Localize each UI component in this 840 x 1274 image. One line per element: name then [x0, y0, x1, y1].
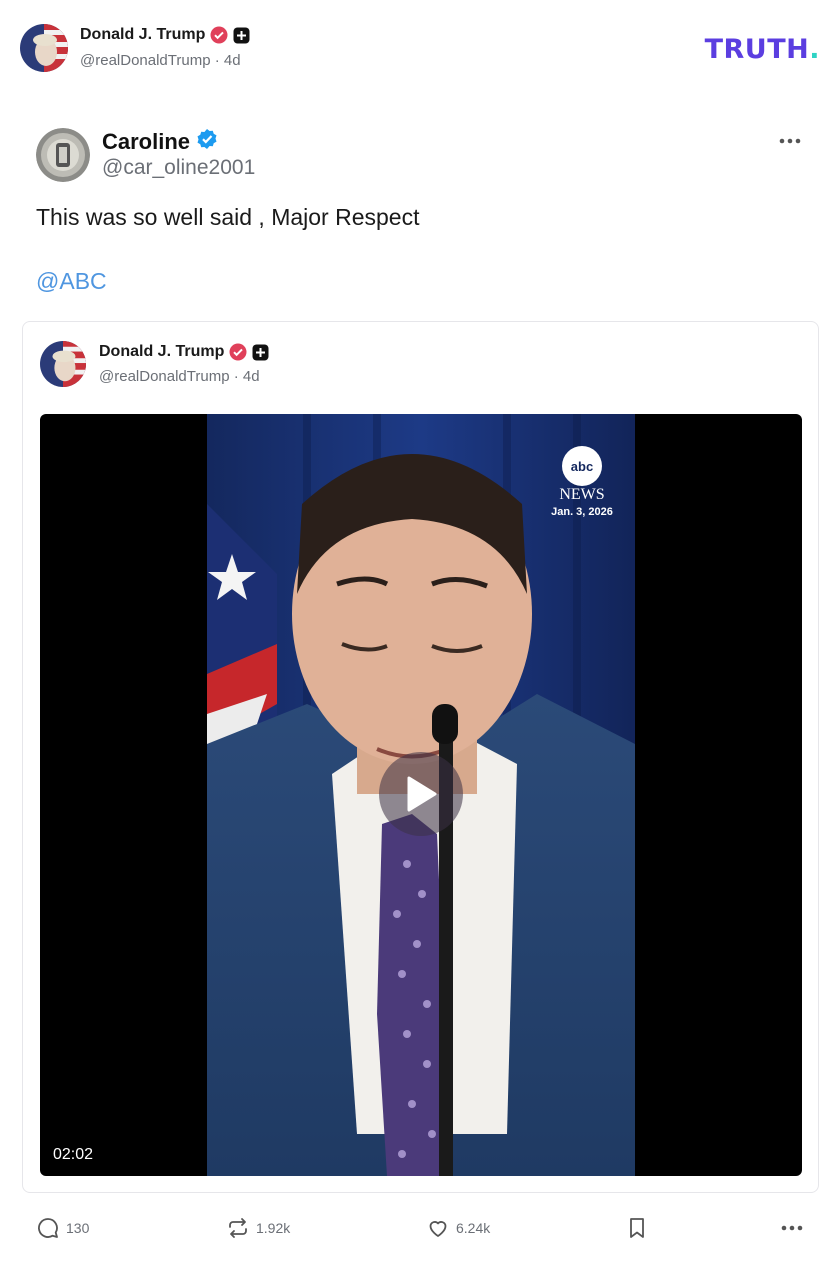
ellipsis-icon — [781, 1225, 803, 1231]
abc-logo-text: abc — [571, 459, 593, 474]
broadcast-date: Jan. 3, 2026 — [551, 506, 613, 518]
verified-check-icon — [196, 128, 218, 155]
quoted-author-handle[interactable]: @realDonaldTrump — [99, 368, 230, 385]
reply-button[interactable]: 130 — [36, 1212, 89, 1244]
action-bar: 130 1.92k 6.24k — [36, 1212, 806, 1244]
news-label: NEWS — [559, 486, 604, 503]
author-avatar[interactable] — [20, 24, 68, 72]
retruth-count: 1.92k — [256, 1220, 291, 1236]
like-button[interactable]: 6.24k — [426, 1212, 490, 1244]
truth-logo-dot: . — [809, 34, 820, 65]
quoted-post[interactable]: Donald J. Trump @realDonaldTrump · 4d ab… — [22, 321, 819, 1193]
verified-badge-icon — [229, 343, 247, 361]
plus-badge-icon — [252, 344, 269, 361]
reply-count: 130 — [66, 1220, 90, 1236]
verified-badge-icon — [210, 26, 228, 44]
video-duration: 02:02 — [53, 1146, 94, 1163]
author-name[interactable]: Donald J. Trump — [80, 26, 205, 44]
author-handle-row: @realDonaldTrump · 4d — [80, 52, 241, 69]
more-options-button[interactable] — [778, 132, 802, 150]
post-time: 4d — [223, 52, 241, 69]
truth-logo[interactable]: TRUTH. — [705, 34, 820, 65]
quoted-post-time: 4d — [242, 368, 260, 385]
bookmark-icon — [630, 1218, 644, 1238]
comment-icon — [38, 1218, 58, 1238]
bookmark-button[interactable] — [626, 1212, 648, 1244]
repost-icon — [229, 1218, 247, 1238]
video-player[interactable]: abc NEWS Jan. 3, 2026 02:02 — [40, 414, 802, 1176]
author-handle[interactable]: @realDonaldTrump — [80, 52, 211, 69]
like-count: 6.24k — [456, 1220, 491, 1236]
separator-dot: · — [214, 52, 224, 69]
quoted-author-handle-row: @realDonaldTrump · 4d — [99, 368, 260, 385]
ellipsis-icon — [779, 138, 801, 144]
post-header: Donald J. Trump @realDonaldTrump · 4d TR… — [20, 24, 820, 72]
quoted-author-avatar[interactable] — [40, 341, 86, 387]
action-more-button[interactable] — [781, 1212, 803, 1244]
truth-logo-text: TRUTH — [704, 34, 810, 65]
post-body-text: This was so well said , Major Respect — [36, 204, 420, 230]
play-button[interactable] — [379, 752, 463, 836]
retruth-button[interactable]: 1.92k — [226, 1212, 290, 1244]
mention-link[interactable]: @ABC — [36, 268, 107, 295]
quoted-author-name[interactable]: Donald J. Trump — [99, 343, 224, 361]
poster-name[interactable]: Caroline — [102, 129, 190, 155]
plus-badge-icon — [233, 27, 250, 44]
play-icon — [407, 776, 437, 812]
separator-dot: · — [233, 368, 243, 385]
heart-icon — [429, 1221, 447, 1237]
poster-avatar[interactable] — [36, 128, 90, 182]
poster-handle[interactable]: @car_oline2001 — [102, 156, 255, 180]
